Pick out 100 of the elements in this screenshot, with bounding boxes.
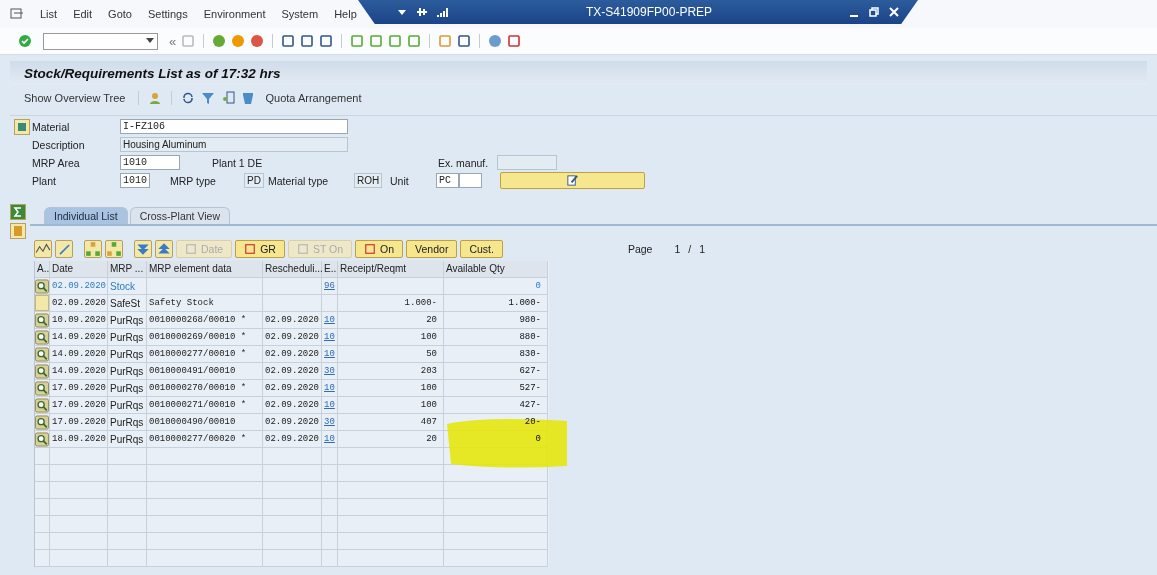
table-cell: 830-: [444, 346, 548, 363]
overview-tree-button[interactable]: Show Overview Tree: [20, 92, 130, 104]
magnifier-icon[interactable]: [35, 380, 49, 396]
toolbar-button[interactable]: Vendor: [406, 240, 458, 258]
enter-icon[interactable]: [18, 34, 32, 48]
table-cell: 0010000490/00010: [147, 414, 263, 431]
table-cell: 02.09.2020: [263, 397, 322, 414]
table-cell: 17.09.2020: [50, 397, 108, 414]
graph-icon[interactable]: [34, 240, 52, 258]
column-header[interactable]: MRP element data: [147, 261, 263, 278]
column-header[interactable]: A..: [35, 261, 50, 278]
column-header[interactable]: Receipt/Reqmt: [338, 261, 444, 278]
menu-item[interactable]: Goto: [108, 8, 132, 20]
table-cell: 20: [338, 431, 444, 448]
table-cell: 1.000-: [338, 295, 444, 312]
exception-link[interactable]: 30: [324, 366, 335, 376]
tab[interactable]: Individual List: [44, 207, 128, 224]
bucket-icon[interactable]: [241, 91, 256, 105]
magnifier-icon[interactable]: [35, 346, 49, 362]
table-cell: PurRqs: [108, 431, 147, 448]
plant-field[interactable]: 1010: [120, 173, 150, 188]
table-cell: 02.09.2020: [263, 329, 322, 346]
unit-field[interactable]: PC: [436, 173, 459, 188]
magnifier-icon[interactable]: [35, 431, 49, 447]
magnifier-icon[interactable]: [35, 278, 49, 294]
magnifier-icon[interactable]: [35, 363, 49, 379]
close-icon[interactable]: [888, 6, 901, 18]
table-cell: 02.09.2020: [263, 380, 322, 397]
refresh-icon[interactable]: [181, 91, 196, 105]
mrp-area-field[interactable]: 1010: [120, 155, 180, 170]
exception-link[interactable]: 10: [324, 332, 335, 342]
table-cell: Stock: [108, 278, 147, 295]
table-cell: 100: [338, 380, 444, 397]
table-cell: PurRqs: [108, 380, 147, 397]
magnifier-icon[interactable]: [35, 312, 49, 328]
expand-icon[interactable]: [134, 240, 152, 258]
column-header[interactable]: Available Qty: [444, 261, 548, 278]
field-label: MRP type: [169, 174, 217, 187]
column-header[interactable]: Date: [50, 261, 108, 278]
exception-link[interactable]: 10: [324, 434, 335, 444]
quota-arrangement-button[interactable]: Quota Arrangement: [261, 92, 366, 104]
menu-item[interactable]: List: [40, 8, 58, 20]
hierarchy-icon[interactable]: [105, 240, 123, 258]
table-cell: 14.09.2020: [50, 329, 108, 346]
table-cell: 02.09.2020: [263, 414, 322, 431]
toolbar-button[interactable]: On: [355, 240, 404, 258]
row-marker[interactable]: [35, 295, 49, 311]
table-cell: 0010000491/00010: [147, 363, 263, 380]
sigma-icon[interactable]: [10, 204, 26, 220]
toolbar-button[interactable]: Cust.: [460, 240, 503, 258]
table-cell: 0010000277/00020 *: [147, 431, 263, 448]
menu-icon[interactable]: [10, 8, 24, 20]
menu-item[interactable]: Environment: [203, 8, 266, 20]
table-cell: PurRqs: [108, 363, 147, 380]
exception-link[interactable]: 96: [324, 281, 335, 291]
material-icon[interactable]: [14, 118, 30, 135]
menu-item[interactable]: Edit: [73, 8, 93, 20]
table-cell: 1.000-: [444, 295, 548, 312]
unit-extra-field[interactable]: [459, 173, 482, 188]
tab[interactable]: Cross-Plant View: [129, 207, 230, 224]
column-header[interactable]: MRP ...: [108, 261, 147, 278]
dropdown-icon[interactable]: [146, 38, 154, 44]
exception-link[interactable]: 10: [324, 349, 335, 359]
person-icon[interactable]: [148, 91, 163, 105]
toolbar-button[interactable]: GR: [235, 240, 285, 258]
magnifier-icon[interactable]: [35, 414, 49, 430]
menu-item[interactable]: System: [281, 8, 319, 20]
table-cell: PurRqs: [108, 312, 147, 329]
column-header[interactable]: Rescheduli...: [263, 261, 322, 278]
collapse-icon[interactable]: [155, 240, 173, 258]
mrp-area-text: Plant 1 DE: [212, 156, 264, 169]
column-header[interactable]: E..: [322, 261, 338, 278]
edit-button[interactable]: [500, 172, 645, 189]
magnifier-icon[interactable]: [35, 329, 49, 345]
collapse-icon[interactable]: «: [169, 33, 177, 49]
pencil-icon[interactable]: [55, 240, 73, 258]
material-type-field: ROH: [354, 173, 382, 188]
restore-icon[interactable]: [868, 6, 881, 18]
exception-link[interactable]: 10: [324, 383, 335, 393]
table-cell: 02.09.2020: [50, 278, 108, 295]
exception-link[interactable]: 10: [324, 400, 335, 410]
table-cell: 627-: [444, 363, 548, 380]
clipboard-icon[interactable]: [10, 223, 26, 239]
table-cell: PurRqs: [108, 346, 147, 363]
table-cell: 17.09.2020: [50, 414, 108, 431]
menu-item[interactable]: Settings: [147, 8, 188, 20]
magnifier-icon[interactable]: [35, 397, 49, 413]
filter-icon[interactable]: [201, 91, 216, 105]
table-cell: 02.09.2020: [263, 312, 322, 329]
hierarchy-icon[interactable]: [84, 240, 102, 258]
command-field[interactable]: [43, 32, 158, 50]
material-field[interactable]: I-FZ106: [120, 119, 348, 134]
pin-icon[interactable]: [416, 6, 428, 18]
exception-link[interactable]: 10: [324, 315, 335, 325]
exception-link[interactable]: 30: [324, 417, 335, 427]
field-label: MRP Area: [31, 156, 81, 169]
document-person-icon[interactable]: [221, 91, 236, 105]
signal-icon: [436, 6, 448, 18]
table-cell: Safety Stock: [147, 295, 263, 312]
menu-item[interactable]: Help: [334, 8, 357, 20]
